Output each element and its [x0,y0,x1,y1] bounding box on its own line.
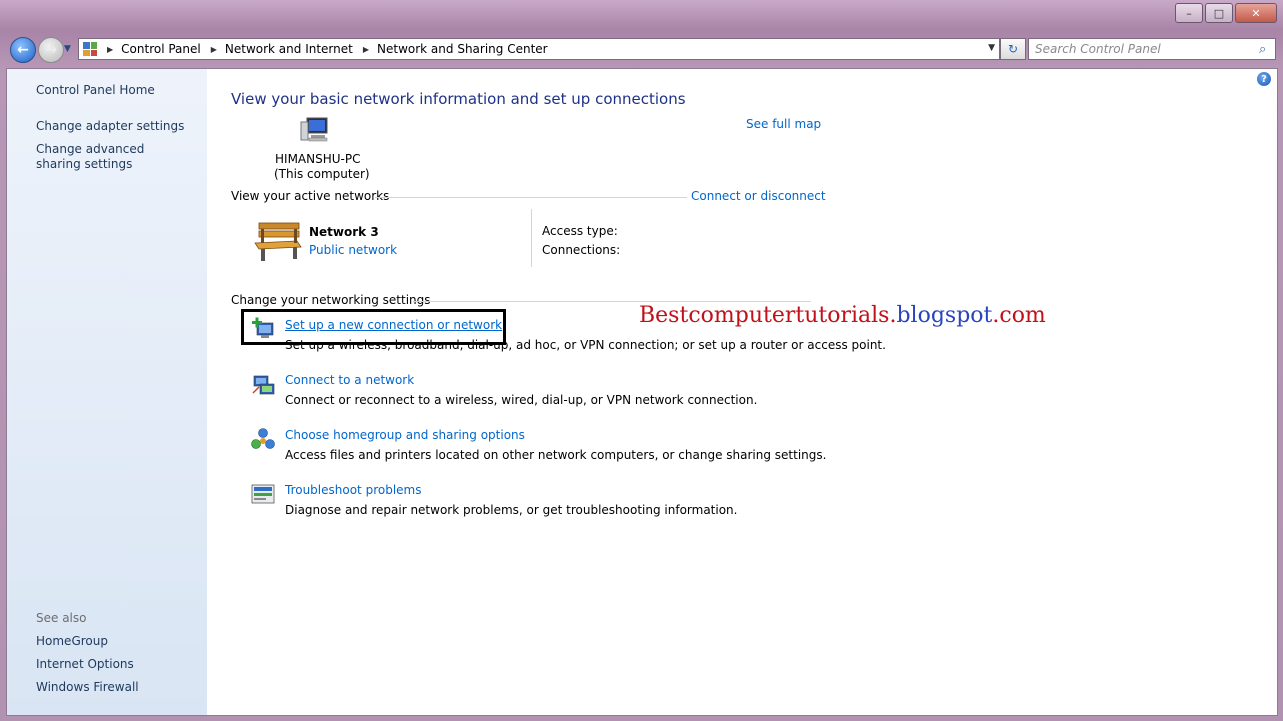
highlight-box [241,309,506,345]
breadcrumb-separator-icon[interactable]: ▶ [363,45,369,54]
watermark: Bestcomputertutorials.blogspot.com [639,303,1046,328]
computer-subtitle: (This computer) [274,167,370,181]
breadcrumb-network-and-sharing-center[interactable]: Network and Sharing Center [377,42,548,56]
task-connect-to-network-description: Connect or reconnect to a wireless, wire… [285,393,758,407]
divider [531,209,532,267]
address-dropdown-icon[interactable]: ▼ [988,43,995,53]
divider [413,301,811,302]
sidebar-item-change-adapter-settings[interactable]: Change adapter settings [36,119,184,134]
breadcrumb-separator-icon[interactable]: ▶ [211,45,217,54]
active-networks-label: View your active networks [231,189,390,203]
sidebar: Control Panel Home Change adapter settin… [7,69,207,715]
close-button[interactable]: ✕ [1235,3,1277,23]
client-area: Control Panel Home Change adapter settin… [6,68,1278,716]
access-type-label: Access type: [542,224,618,238]
task-troubleshoot-description: Diagnose and repair network problems, or… [285,503,738,517]
breadcrumb-network-and-internet[interactable]: Network and Internet [225,42,353,56]
computer-icon [300,117,328,142]
network-name: Network 3 [309,225,379,239]
refresh-icon[interactable]: ↻ [1000,38,1026,60]
back-arrow-icon[interactable]: ← [10,37,36,63]
page-title: View your basic network information and … [231,90,686,108]
public-network-link[interactable]: Public network [309,243,397,257]
navigation-bar: ← → ▼ ▶ Control Panel ▶ Network and Inte… [6,35,1278,63]
watermark-part-3: .com [992,303,1046,328]
computer-name: HIMANSHU-PC [275,152,361,166]
sidebar-item-control-panel-home[interactable]: Control Panel Home [36,83,155,98]
see-also-heading: See also [36,611,87,625]
control-panel-icon [83,42,97,56]
divider [375,197,687,198]
connect-network-icon [252,375,275,395]
watermark-part-2: blogspot [896,303,993,328]
forward-arrow-icon[interactable]: → [38,37,64,63]
sidebar-item-change-advanced-sharing-settings[interactable]: Change advanced sharing settings [36,142,186,172]
search-box[interactable]: Search Control Panel ⌕ [1028,38,1276,60]
address-bar[interactable]: ▶ Control Panel ▶ Network and Internet ▶… [78,38,1000,60]
sidebar-item-internet-options[interactable]: Internet Options [36,657,134,672]
connect-or-disconnect-link[interactable]: Connect or disconnect [691,189,826,203]
watermark-part-1: Bestcomputertutorials. [639,303,897,328]
main-content: ? View your basic network information an… [207,69,1277,715]
homegroup-icon [251,428,275,449]
breadcrumb: ▶ Control Panel ▶ Network and Internet ▶… [103,42,548,56]
recent-pages-dropdown-icon[interactable]: ▼ [64,44,71,54]
change-settings-label: Change your networking settings [231,293,431,307]
maximize-button[interactable]: □ [1205,3,1233,23]
task-homegroup-description: Access files and printers located on oth… [285,448,827,462]
connections-label: Connections: [542,243,621,257]
troubleshoot-icon [251,484,275,504]
task-troubleshoot-link[interactable]: Troubleshoot problems [285,483,421,497]
see-full-map-link[interactable]: See full map [746,117,821,131]
task-connect-to-network-link[interactable]: Connect to a network [285,373,414,387]
help-icon[interactable]: ? [1257,72,1271,86]
bench-icon [254,222,302,261]
search-icon[interactable]: ⌕ [1259,42,1275,57]
breadcrumb-separator-icon[interactable]: ▶ [107,45,113,54]
task-homegroup-link[interactable]: Choose homegroup and sharing options [285,428,525,442]
minimize-button[interactable]: – [1175,3,1203,23]
sidebar-item-homegroup[interactable]: HomeGroup [36,634,108,649]
sidebar-item-windows-firewall[interactable]: Windows Firewall [36,680,139,695]
breadcrumb-control-panel[interactable]: Control Panel [121,42,201,56]
window-controls: – □ ✕ [1173,3,1277,23]
window-frame: – □ ✕ ← → ▼ ▶ Control Panel ▶ Network an… [0,0,1283,721]
search-input[interactable]: Search Control Panel [1029,42,1259,56]
